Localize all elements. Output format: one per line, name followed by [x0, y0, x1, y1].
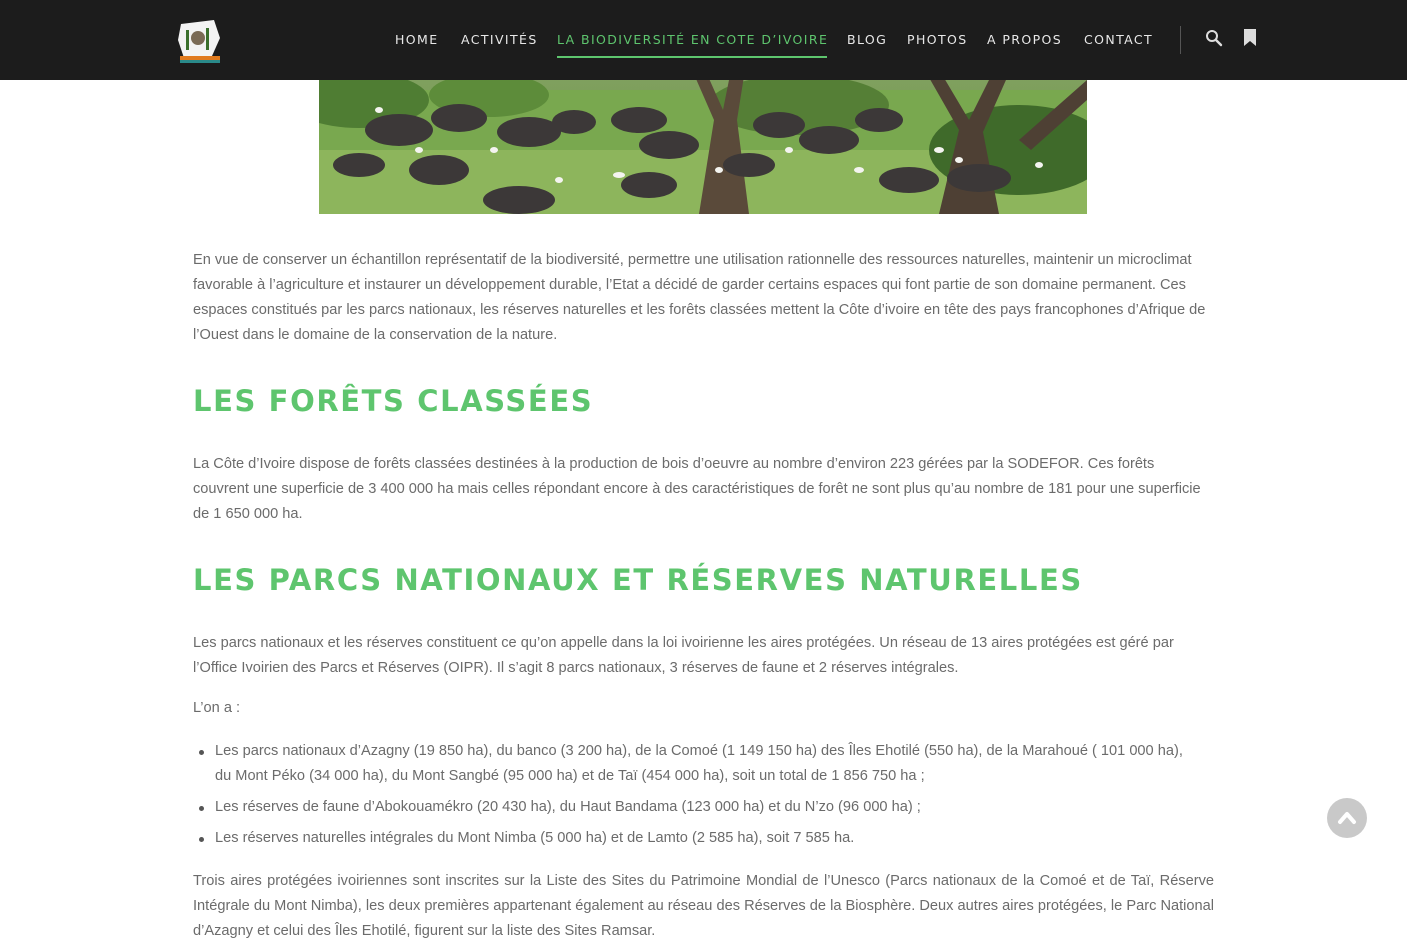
- nav-home[interactable]: HOME: [395, 32, 439, 47]
- on-a-label: L’on a :: [193, 700, 241, 716]
- nav-a-propos[interactable]: A PROPOS: [987, 32, 1062, 47]
- site-header: HOME ACTIVITÉS LA BIODIVERSITÉ EN COTE D…: [0, 0, 1407, 80]
- bookmark-icon[interactable]: [1244, 29, 1262, 49]
- forets-paragraph: La Côte d’Ivoire dispose de forêts class…: [193, 456, 1201, 522]
- parcs-paragraph: Les parcs nationaux et les réserves cons…: [193, 635, 1174, 676]
- nav-contact[interactable]: CONTACT: [1084, 32, 1153, 47]
- heading-parcs-reserves: LES PARCS NATIONAUX ET RÉSERVES NATURELL…: [193, 563, 1083, 597]
- nav-biodiversite[interactable]: LA BIODIVERSITÉ EN COTE D’IVOIRE: [557, 32, 828, 47]
- list-item: Les parcs nationaux d’Azagny (19 850 ha)…: [193, 739, 1183, 789]
- nav-activites[interactable]: ACTIVITÉS: [461, 32, 538, 47]
- back-to-top-button[interactable]: [1327, 798, 1367, 838]
- site-logo[interactable]: [176, 16, 222, 64]
- list-item: Les réserves de faune d’Abokouamékro (20…: [193, 795, 1183, 820]
- aires-protegees-list: Les parcs nationaux d’Azagny (19 850 ha)…: [193, 739, 1183, 851]
- list-item: Les réserves naturelles intégrales du Mo…: [193, 826, 1183, 851]
- article-content: En vue de conserver un échantillon repré…: [193, 248, 1214, 938]
- nav-blog[interactable]: BLOG: [847, 32, 887, 47]
- search-icon[interactable]: [1205, 29, 1223, 49]
- active-nav-underline: [557, 56, 827, 58]
- unesco-paragraph: Trois aires protégées ivoiriennes sont i…: [193, 873, 1214, 938]
- chevron-up-icon: [1338, 812, 1356, 824]
- intro-paragraph: En vue de conserver un échantillon repré…: [193, 252, 1206, 343]
- nav-divider: [1180, 26, 1181, 54]
- nav-photos[interactable]: PHOTOS: [907, 32, 968, 47]
- heading-forets-classees: LES FORÊTS CLASSÉES: [193, 384, 594, 418]
